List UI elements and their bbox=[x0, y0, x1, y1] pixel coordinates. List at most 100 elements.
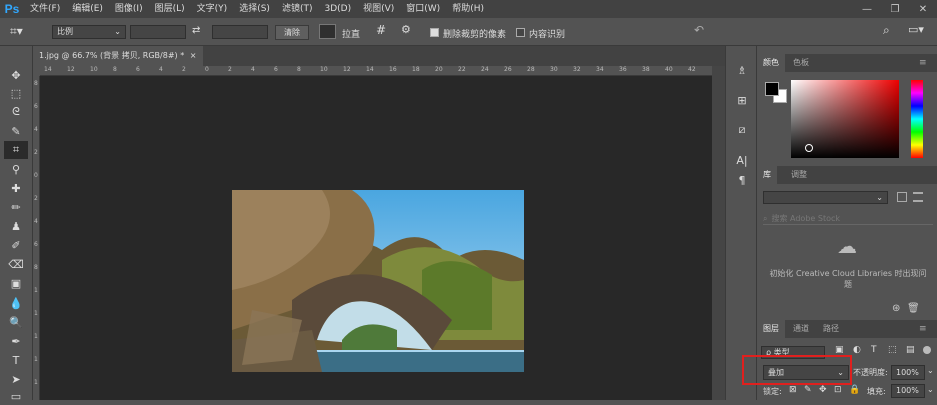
lock-label: 锁定: bbox=[763, 387, 782, 396]
character-icon[interactable]: A| bbox=[732, 150, 752, 170]
menu-item[interactable]: 文件(F) bbox=[24, 0, 66, 18]
highlight-box bbox=[742, 355, 852, 385]
menu-items: 文件(F) 编辑(E) 图像(I) 图层(L) 文字(Y) 选择(S) 滤镜(T) 3D(D)… bbox=[24, 0, 490, 18]
clone-stamp-icon[interactable]: ♟ bbox=[4, 217, 28, 235]
ruler-tick-label: 1 bbox=[34, 310, 38, 317]
creative-cloud-icon[interactable]: ⊛ bbox=[892, 303, 900, 314]
pen-tool-icon[interactable]: ✒ bbox=[4, 332, 28, 350]
filter-shape-icon[interactable]: ⬚ bbox=[888, 345, 897, 355]
crop-width-field[interactable] bbox=[130, 25, 186, 39]
type-tool-icon[interactable]: T bbox=[4, 351, 28, 369]
menu-item[interactable]: 视图(V) bbox=[357, 0, 400, 18]
actions-icon[interactable]: ⊞ bbox=[732, 90, 752, 110]
clear-button[interactable]: 清除 bbox=[275, 25, 309, 40]
library-select[interactable]: ⌄ bbox=[763, 191, 888, 204]
ruler-tick-label: 6 bbox=[136, 66, 140, 73]
history-brush-icon[interactable]: ✐ bbox=[4, 236, 28, 254]
delete-cropped-checkbox[interactable] bbox=[430, 28, 439, 37]
crop-tool-icon[interactable]: ⌗ bbox=[4, 141, 28, 159]
menu-item[interactable]: 图层(L) bbox=[149, 0, 191, 18]
content-aware-checkbox[interactable] bbox=[516, 28, 525, 37]
healing-brush-icon[interactable]: ✚ bbox=[4, 179, 28, 197]
trash-icon[interactable]: 🗑 bbox=[907, 303, 920, 314]
shape-tool-icon[interactable]: ▭ bbox=[4, 387, 28, 405]
grid-view-icon[interactable] bbox=[897, 192, 907, 202]
gear-icon[interactable]: ⚙ bbox=[401, 23, 411, 36]
filter-type-icon[interactable]: T bbox=[871, 345, 877, 355]
marquee-tool-icon[interactable]: ⬚ bbox=[4, 84, 28, 102]
lock-artboard-icon[interactable]: ⊡ bbox=[834, 385, 842, 395]
tab-libraries[interactable]: 库 bbox=[757, 166, 777, 184]
lasso-tool-icon[interactable]: ᘓ bbox=[4, 103, 28, 121]
straighten-icon[interactable] bbox=[319, 24, 336, 39]
minimize-button[interactable]: — bbox=[853, 0, 881, 18]
blur-tool-icon[interactable]: 💧 bbox=[4, 294, 28, 312]
filter-smart-icon[interactable]: ▤ bbox=[906, 345, 915, 355]
filter-toggle-icon[interactable] bbox=[923, 346, 931, 354]
move-tool-icon[interactable]: ✥ bbox=[4, 66, 28, 84]
canvas-area[interactable] bbox=[40, 76, 712, 400]
ruler-tick-label: 6 bbox=[274, 66, 278, 73]
paragraph-icon[interactable]: ¶ bbox=[732, 170, 752, 190]
tab-color[interactable]: 颜色 bbox=[757, 54, 785, 72]
reset-icon[interactable]: ↶ bbox=[694, 23, 704, 37]
eyedropper-icon[interactable]: ⚲ bbox=[4, 160, 28, 178]
crop-height-field[interactable] bbox=[212, 25, 268, 39]
ruler-tick-label: 34 bbox=[596, 66, 604, 73]
brush-tool-icon[interactable]: ✏ bbox=[4, 198, 28, 216]
ruler-tick-label: 12 bbox=[343, 66, 351, 73]
panel-menu-icon[interactable]: ≡ bbox=[919, 54, 927, 72]
lock-transparent-icon[interactable]: ⊠ bbox=[789, 385, 797, 395]
menu-item[interactable]: 帮助(H) bbox=[446, 0, 490, 18]
tab-paths[interactable]: 路径 bbox=[817, 320, 845, 338]
menu-item[interactable]: 文字(Y) bbox=[191, 0, 234, 18]
ruler-tick-label: 38 bbox=[642, 66, 650, 73]
panel-menu-icon[interactable]: ≡ bbox=[919, 320, 927, 338]
chevron-down-icon[interactable]: ⌄ bbox=[927, 385, 934, 394]
menu-item[interactable]: 编辑(E) bbox=[66, 0, 109, 18]
lock-all-icon[interactable]: 🔒 bbox=[849, 385, 860, 395]
gradient-tool-icon[interactable]: ▣ bbox=[4, 274, 28, 292]
vertical-scrollbar[interactable] bbox=[712, 66, 725, 400]
tab-close-icon[interactable]: × bbox=[190, 51, 197, 60]
color-field[interactable] bbox=[791, 80, 899, 158]
tab-layers[interactable]: 图层 bbox=[757, 320, 785, 338]
color-picker-cursor bbox=[805, 144, 813, 152]
hue-slider[interactable] bbox=[911, 80, 923, 158]
menu-item[interactable]: 窗口(W) bbox=[400, 0, 446, 18]
lock-position-icon[interactable]: ✥ bbox=[819, 385, 827, 395]
fill-field[interactable]: 100% bbox=[891, 384, 925, 398]
filter-pixel-icon[interactable]: ▣ bbox=[835, 345, 844, 355]
quick-select-icon[interactable]: ✎ bbox=[4, 122, 28, 140]
filter-adjust-icon[interactable]: ◐ bbox=[853, 345, 861, 355]
tab-swatches[interactable]: 色板 bbox=[787, 54, 815, 72]
lock-pixels-icon[interactable]: ✎ bbox=[804, 385, 812, 395]
properties-icon[interactable]: ⧄ bbox=[732, 120, 752, 140]
eraser-icon[interactable]: ⌫ bbox=[4, 255, 28, 273]
document-tab[interactable]: 1.jpg @ 66.7% (背景 拷贝, RGB/8#) * × bbox=[33, 46, 203, 66]
opacity-field[interactable]: 100% bbox=[891, 365, 925, 380]
menu-item[interactable]: 图像(I) bbox=[109, 0, 149, 18]
dodge-tool-icon[interactable]: 🔍 bbox=[4, 313, 28, 331]
ruler-tick-label: 36 bbox=[619, 66, 627, 73]
chevron-down-icon[interactable]: ⌄ bbox=[927, 366, 934, 375]
close-button[interactable]: ✕ bbox=[909, 0, 937, 18]
menu-item[interactable]: 选择(S) bbox=[233, 0, 276, 18]
tab-channels[interactable]: 通道 bbox=[787, 320, 815, 338]
ruler-tick-label: 28 bbox=[527, 66, 535, 73]
document-image[interactable] bbox=[232, 190, 524, 372]
ratio-select[interactable]: 比例 ⌄ bbox=[52, 25, 126, 39]
list-view-icon[interactable] bbox=[913, 192, 923, 202]
menu-item[interactable]: 滤镜(T) bbox=[276, 0, 319, 18]
path-select-icon[interactable]: ➤ bbox=[4, 370, 28, 388]
crop-preset-icon[interactable]: ⌗▾ bbox=[10, 24, 34, 40]
workspace-icon[interactable]: ▭▾ bbox=[908, 23, 924, 36]
swap-dimensions-icon[interactable]: ⇄ bbox=[192, 25, 200, 36]
stock-search-field[interactable]: ⌕ 搜索 Adobe Stock bbox=[763, 212, 933, 225]
history-icon[interactable]: ♗ bbox=[732, 60, 752, 80]
search-icon[interactable]: ⌕ bbox=[883, 23, 890, 38]
menu-item[interactable]: 3D(D) bbox=[318, 0, 357, 18]
restore-button[interactable]: ❐ bbox=[881, 0, 909, 18]
tab-adjustments[interactable]: 调整 bbox=[785, 166, 813, 184]
overlay-grid-icon[interactable]: # bbox=[376, 23, 386, 37]
